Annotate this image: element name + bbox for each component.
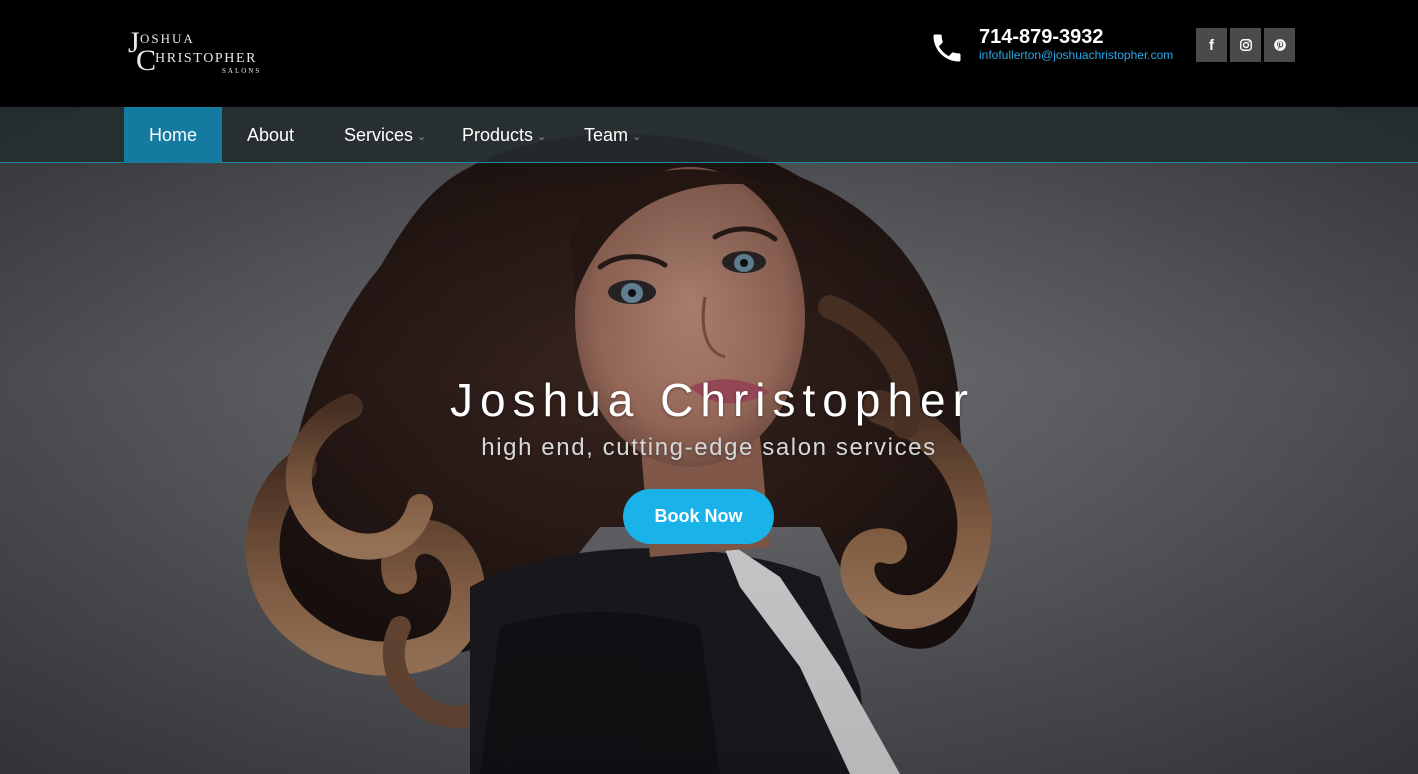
phone-number[interactable]: 714-879-3932 bbox=[979, 26, 1104, 49]
nav-item-label: Services bbox=[344, 124, 414, 145]
instagram-button[interactable] bbox=[1230, 28, 1261, 62]
hero-subtitle: high end, cutting-edge salon services bbox=[481, 434, 937, 461]
logo-initial-c: C bbox=[136, 44, 157, 77]
nav-item-services[interactable]: Services ⌄ bbox=[344, 107, 426, 163]
chevron-down-icon: ⌄ bbox=[537, 131, 547, 143]
phone-icon bbox=[933, 34, 961, 62]
nav-item-label: Home bbox=[148, 124, 197, 145]
nav-item-products[interactable]: Products ⌄ bbox=[462, 107, 546, 163]
pinterest-icon bbox=[1273, 39, 1286, 51]
instagram-icon bbox=[1239, 39, 1252, 51]
nav-item-label: Team bbox=[584, 124, 629, 145]
site-header: J OSHUA C HRISTOPHER SALONS 714-879-3932… bbox=[0, 0, 1418, 107]
nav-item-label: About bbox=[247, 124, 295, 145]
nav-item-about[interactable]: About bbox=[247, 107, 294, 163]
nav-item-home[interactable]: Home bbox=[124, 107, 222, 163]
chevron-down-icon: ⌄ bbox=[632, 131, 642, 143]
page: J OSHUA C HRISTOPHER SALONS 714-879-3932… bbox=[0, 0, 1418, 774]
book-now-button[interactable]: Book Now bbox=[623, 489, 774, 544]
email-link[interactable]: infofullerton@joshuachristopher.com bbox=[979, 48, 1173, 62]
site-logo[interactable]: J OSHUA C HRISTOPHER SALONS bbox=[126, 28, 276, 78]
pinterest-button[interactable] bbox=[1264, 28, 1295, 62]
nav-item-team[interactable]: Team ⌄ bbox=[584, 107, 641, 163]
logo-word-salons: SALONS bbox=[222, 67, 262, 75]
nav-item-label: Products bbox=[462, 124, 534, 145]
logo-word-christopher: HRISTOPHER bbox=[155, 51, 258, 66]
main-nav: Home About Services ⌄ Products ⌄ Team ⌄ bbox=[0, 107, 1418, 163]
chevron-down-icon: ⌄ bbox=[417, 131, 427, 143]
facebook-icon: f bbox=[1209, 36, 1214, 54]
facebook-button[interactable]: f bbox=[1196, 28, 1227, 62]
hero-title: Joshua Christopher bbox=[450, 374, 975, 426]
